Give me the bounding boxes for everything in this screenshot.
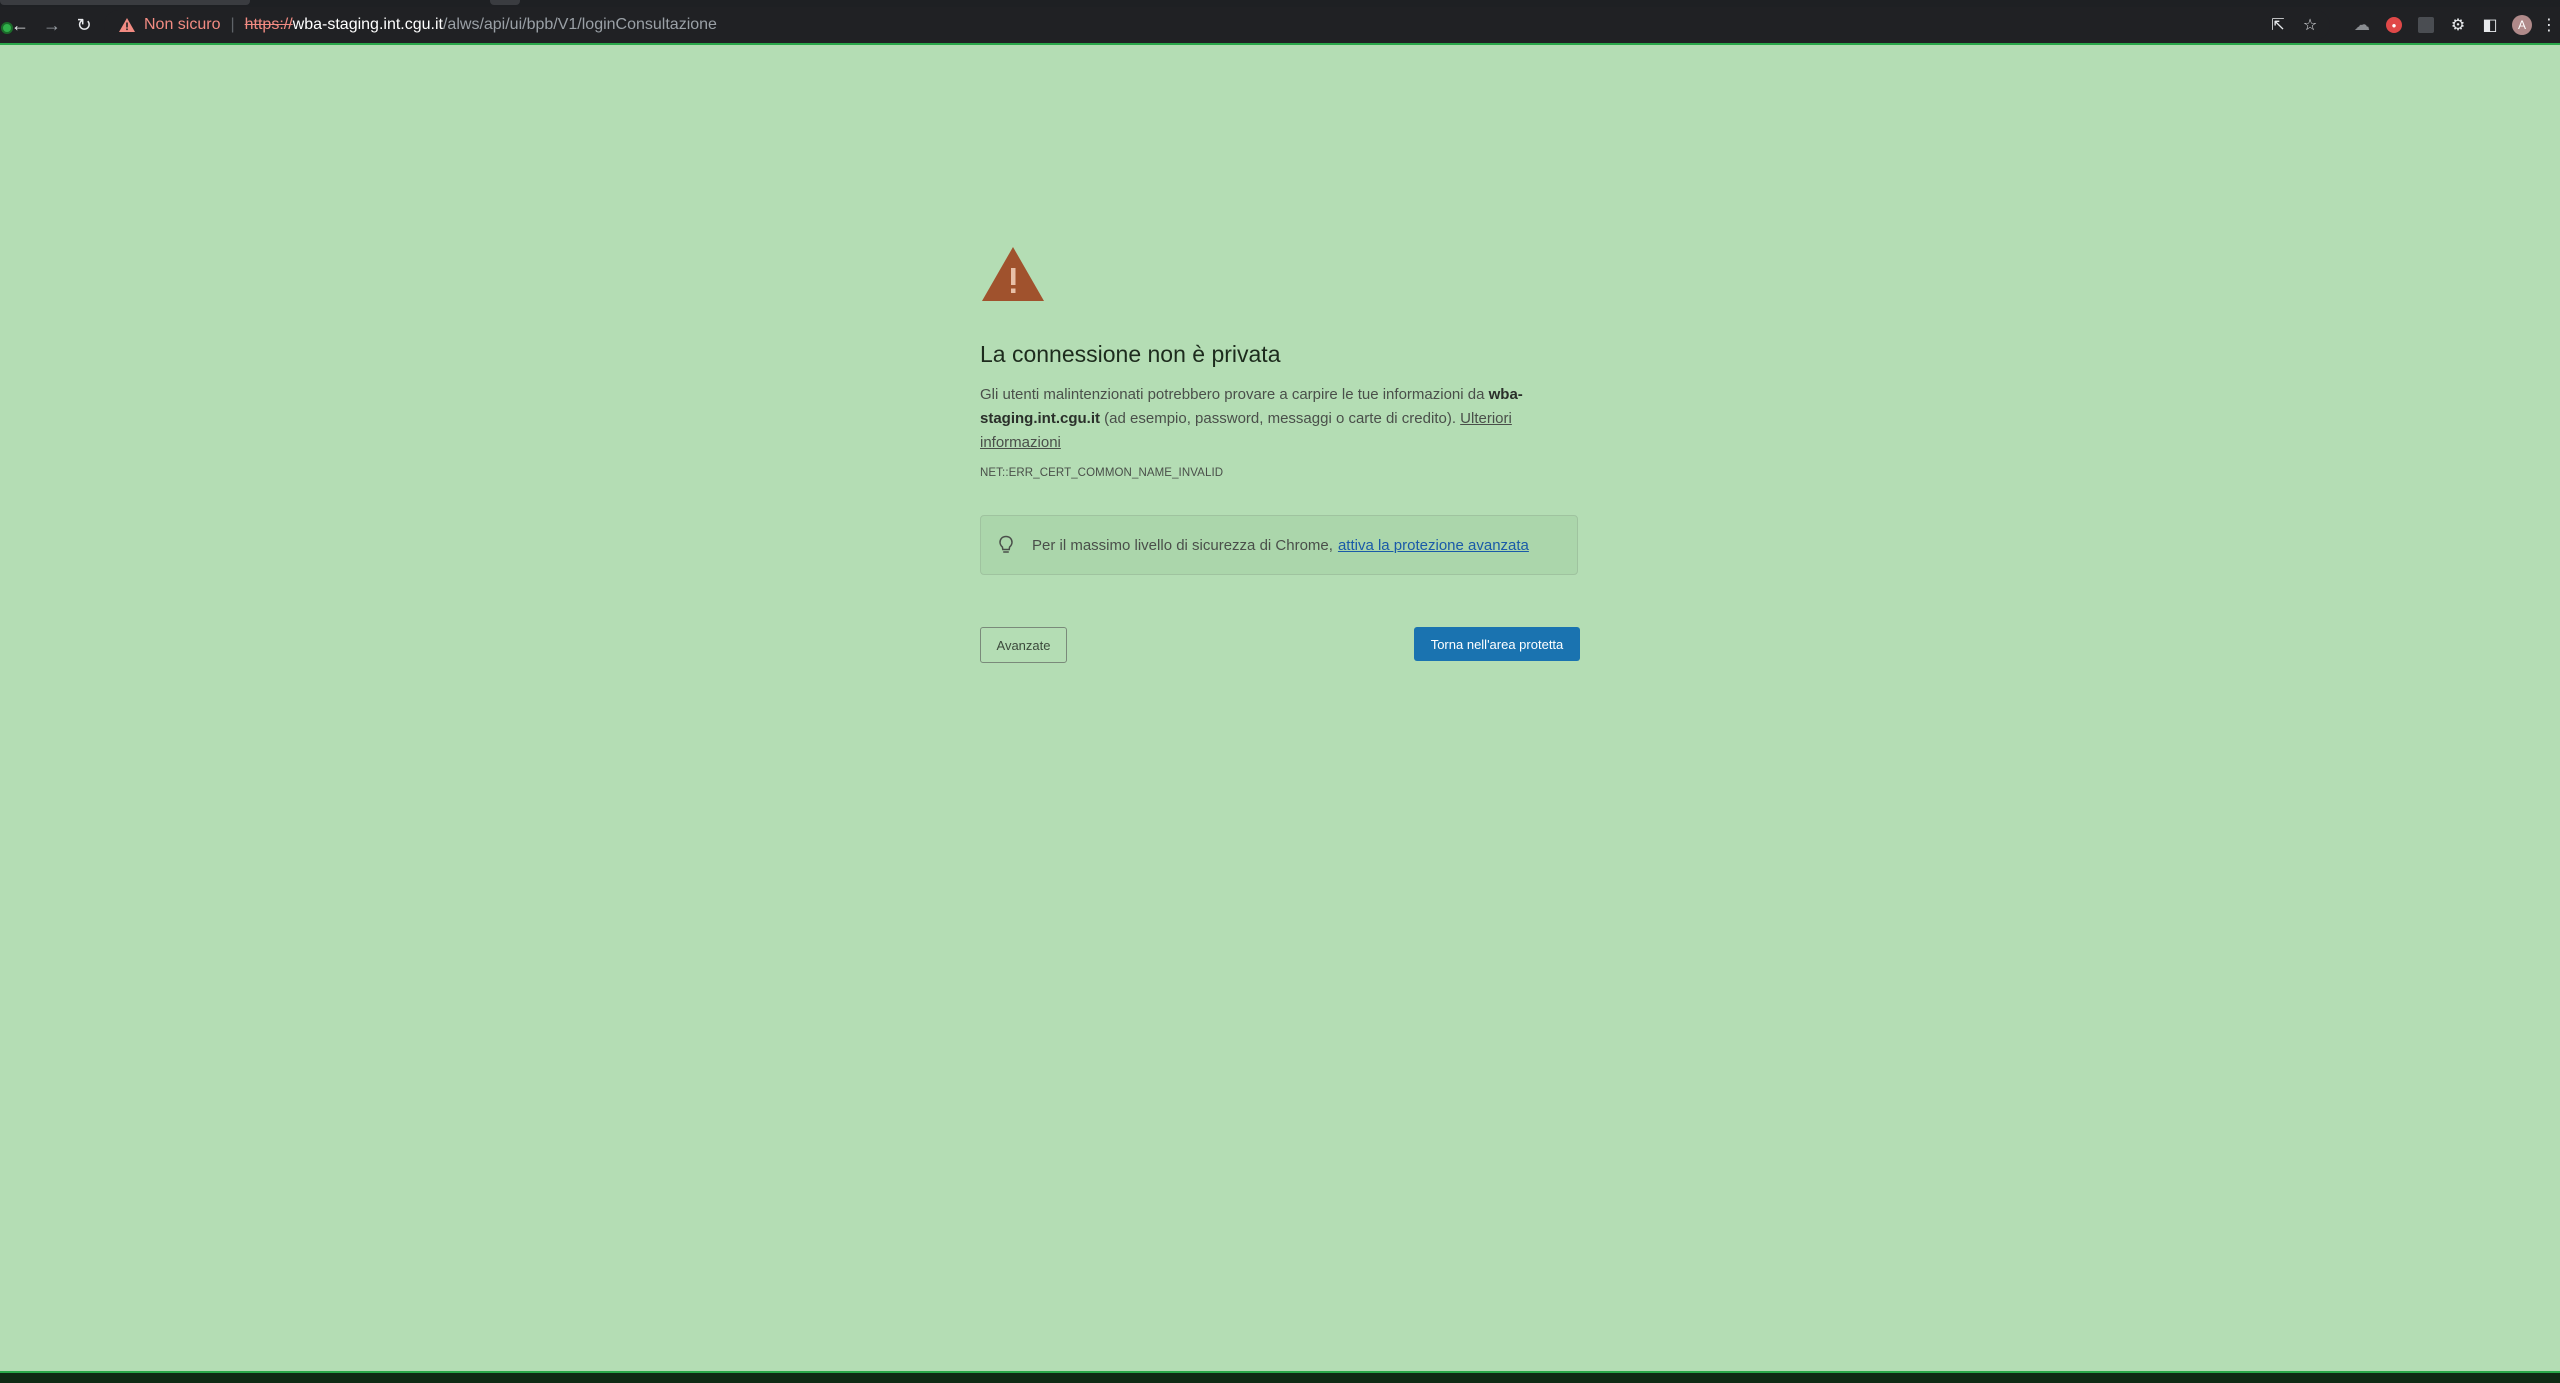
desc-text-start: Gli utenti malintenzionati potrebbero pr… bbox=[980, 386, 1489, 403]
extensions-puzzle-icon[interactable]: ⚙ bbox=[2442, 11, 2474, 39]
extension-cloud-icon[interactable]: ☁ bbox=[2346, 11, 2378, 39]
profile-avatar[interactable]: A bbox=[2506, 11, 2538, 39]
avatar: A bbox=[2512, 15, 2532, 35]
extension-red-icon[interactable]: ● bbox=[2378, 11, 2410, 39]
side-panel-icon[interactable]: ◧ bbox=[2474, 11, 2506, 39]
warning-triangle-icon bbox=[982, 247, 1044, 301]
error-code[interactable]: NET::ERR_CERT_COMMON_NAME_INVALID bbox=[980, 467, 1580, 479]
status-dot-icon bbox=[1, 22, 13, 34]
divider bbox=[2326, 11, 2346, 39]
promo-text: Per il massimo livello di sicurezza di C… bbox=[1032, 536, 1333, 554]
taskbar bbox=[0, 1373, 2560, 1383]
not-secure-label[interactable]: Non sicuro bbox=[144, 16, 220, 34]
tab-active[interactable] bbox=[0, 0, 250, 5]
page-title: La connessione non è privata bbox=[980, 341, 1281, 367]
lightbulb-icon bbox=[999, 535, 1013, 553]
error-description: Gli utenti malintenzionati potrebbero pr… bbox=[980, 383, 1580, 455]
desc-text-end: (ad esempio, password, messaggi o carte … bbox=[1100, 410, 1461, 427]
share-icon[interactable]: ⇱ bbox=[2262, 11, 2294, 39]
url-host: wba-staging.int.cgu.it bbox=[292, 16, 443, 33]
menu-kebab-icon[interactable]: ⋮ bbox=[2538, 11, 2560, 39]
interstitial-main: La connessione non è privata Gli utenti … bbox=[980, 245, 1580, 663]
url-scheme: https:// bbox=[244, 16, 293, 33]
reload-icon[interactable]: ↻ bbox=[72, 13, 96, 37]
address-bar[interactable]: Non sicuro | https:// wba-staging.int.cg… bbox=[104, 10, 2330, 40]
toolbar-actions: ⇱ ☆ ☁ ● ⚙ ◧ A ⋮ bbox=[2262, 7, 2560, 43]
enhanced-protection-link[interactable]: attiva la protezione avanzata bbox=[1338, 537, 1529, 554]
button-row: Avanzate Torna nell'area protetta bbox=[980, 627, 1580, 663]
forward-icon[interactable]: → bbox=[40, 13, 64, 37]
omnibox-separator: | bbox=[230, 16, 235, 33]
extension-gray-icon[interactable] bbox=[2410, 11, 2442, 39]
page-top-border bbox=[0, 43, 2560, 45]
back-to-safety-button[interactable]: Torna nell'area protetta bbox=[1414, 627, 1580, 661]
warning-icon[interactable] bbox=[118, 17, 136, 33]
advanced-button[interactable]: Avanzate bbox=[980, 627, 1067, 663]
enhanced-protection-promo: Per il massimo livello di sicurezza di C… bbox=[980, 515, 1578, 575]
new-tab-hint[interactable] bbox=[490, 0, 520, 5]
tab-strip bbox=[0, 0, 2560, 7]
browser-toolbar: ← → ↻ Non sicuro | https:// wba-staging.… bbox=[0, 7, 2560, 43]
bookmark-star-icon[interactable]: ☆ bbox=[2294, 11, 2326, 39]
url-path: /alws/api/ui/bpb/V1/loginConsultazione bbox=[442, 16, 717, 33]
